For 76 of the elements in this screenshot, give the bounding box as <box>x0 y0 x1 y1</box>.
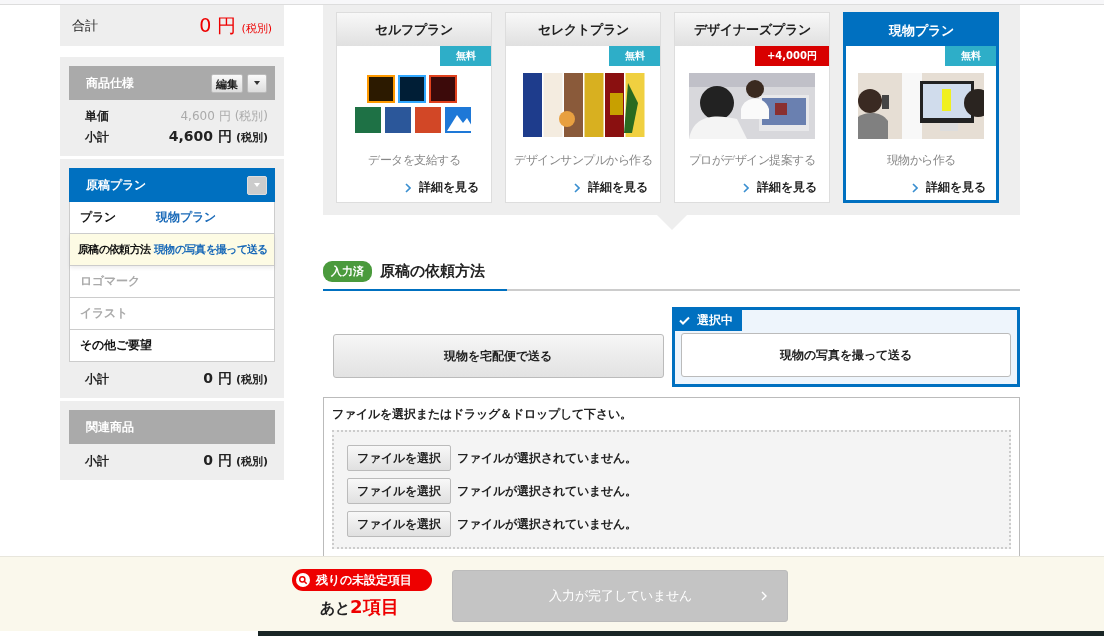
edit-button[interactable]: 編集 <box>211 73 243 93</box>
price-label: 単価 <box>85 108 109 125</box>
item-label: ロゴマーク <box>80 273 140 290</box>
tax-note: (税別) <box>241 21 272 35</box>
price-amount: 4,600 円 <box>168 128 232 144</box>
remaining-count: 2項目 <box>350 595 399 619</box>
price-badge: 無料 <box>440 46 491 66</box>
dropdown-button[interactable] <box>247 73 267 93</box>
choose-file-button[interactable]: ファイルを選択 <box>347 445 451 471</box>
tax-note: (税別) <box>235 131 268 144</box>
list-item[interactable]: プラン 現物プラン <box>70 202 274 233</box>
card-description: デザインサンプルから作る <box>513 153 653 168</box>
item-label: その他ご要望 <box>80 337 152 354</box>
chevron-icon <box>912 182 918 193</box>
price-label: 小計 <box>85 371 109 388</box>
tax-note: (税別) <box>234 109 268 123</box>
caret-icon <box>254 183 260 187</box>
card-title: 現物プラン <box>846 15 996 46</box>
remaining-label: 残りの未設定項目 <box>316 572 412 588</box>
card-title: セルフプラン <box>337 13 491 46</box>
file-status: ファイルが選択されていません。 <box>457 515 637 533</box>
total-amount: 0 円 <box>199 13 237 36</box>
price-amount: 4,600 円 <box>180 109 231 123</box>
section-title: 原稿の依頼方法 <box>380 261 485 281</box>
file-status: ファイルが選択されていません。 <box>457 449 637 467</box>
plan-card[interactable]: セルフプラン 無料 データを支給する 詳細を見る <box>336 12 492 203</box>
panel-title: 関連商品 <box>86 418 134 436</box>
item-label: 原稿の依頼方法 <box>78 242 151 257</box>
total-label: 合計 <box>72 16 98 35</box>
check-icon <box>678 316 690 325</box>
option-button[interactable]: 現物の写真を撮って送る <box>680 333 1011 377</box>
card-title: セレクトプラン <box>506 13 660 46</box>
item-value: 現物の写真を撮って送る <box>154 242 268 257</box>
card-title: デザイナーズプラン <box>675 13 829 46</box>
tax-note: (税別) <box>235 373 268 386</box>
card-description: データを支給する <box>367 153 461 168</box>
details-link[interactable]: 詳細を見る <box>405 180 479 195</box>
count-prefix: あと <box>320 599 350 618</box>
file-status: ファイルが選択されていません。 <box>457 482 637 500</box>
chevron-icon <box>761 591 767 601</box>
status-badge: 入力済 <box>323 260 372 282</box>
tax-note: (税別) <box>235 455 268 468</box>
drop-zone[interactable]: ファイルを選択 ファイルが選択されていません。 ファイルを選択 ファイルが選択されていません。 ファイルを選択 ファイルが選択されていません。 <box>332 430 1011 549</box>
caret-icon <box>254 81 260 85</box>
search-icon <box>296 573 310 587</box>
chevron-icon <box>574 182 580 193</box>
price-amount: 0 円 <box>203 370 232 386</box>
details-link[interactable]: 詳細を見る <box>574 180 648 195</box>
card-description: プロがデザイン提案する <box>687 153 817 168</box>
choose-file-button[interactable]: ファイルを選択 <box>347 511 451 537</box>
chevron-icon <box>405 182 411 193</box>
price-label: 小計 <box>85 129 109 146</box>
card-description: 現物から作る <box>885 153 957 168</box>
panel-title: 商品仕様 <box>86 74 134 92</box>
list-item[interactable]: その他ご要望 <box>70 329 274 361</box>
price-label: 小計 <box>85 453 109 470</box>
choose-file-button[interactable]: ファイルを選択 <box>347 478 451 504</box>
selected-tag-label: 選択中 <box>696 313 733 328</box>
price-badge: +4,000円 <box>755 46 829 66</box>
item-value: 現物プラン <box>156 209 216 226</box>
plan-card[interactable]: セレクトプラン 無料 デザインサンプルから作る 詳細を見る <box>505 12 661 203</box>
plan-card[interactable]: 現物プラン 無料 現物から作る 詳細を見る <box>843 12 999 203</box>
details-link[interactable]: 詳細を見る <box>912 180 986 195</box>
option-button[interactable]: 現物を宅配便で送る <box>333 334 664 378</box>
price-badge: 無料 <box>609 46 660 66</box>
dropdown-button[interactable] <box>247 175 267 195</box>
panel-title: 原稿プラン <box>86 176 146 194</box>
upload-instruction: ファイルを選択またはドラッグ＆ドロップして下さい。 <box>332 406 633 423</box>
item-label: イラスト <box>80 305 128 322</box>
list-item[interactable]: 原稿の依頼方法 現物の写真を撮って送る <box>70 233 274 265</box>
details-link[interactable]: 詳細を見る <box>743 180 817 195</box>
plan-card[interactable]: デザイナーズプラン +4,000円 プロがデザイン提案する 詳細を見る <box>674 12 830 203</box>
chevron-icon <box>743 182 749 193</box>
item-label: プラン <box>80 209 117 226</box>
price-badge: 無料 <box>945 46 996 66</box>
price-amount: 0 円 <box>203 452 232 468</box>
